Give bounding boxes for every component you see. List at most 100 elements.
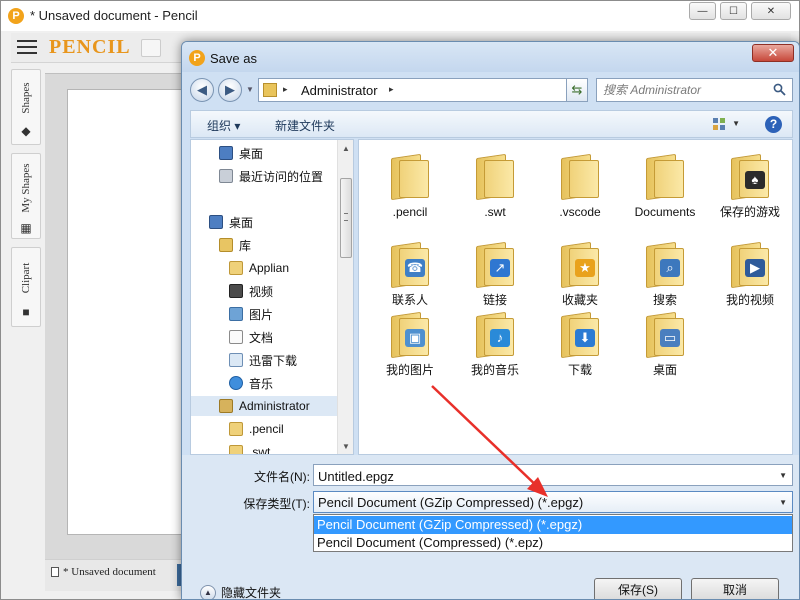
filename-field[interactable] <box>318 468 758 484</box>
address-bar[interactable]: ▸ Administrator ▸ ▼ <box>258 78 584 102</box>
tab-clipart[interactable]: Clipart ■ <box>11 247 41 327</box>
folder-item-label: 下载 <box>567 363 592 377</box>
nav-item-desktop[interactable]: 桌面 <box>209 212 253 232</box>
hamburger-menu-icon[interactable] <box>17 39 37 55</box>
breadcrumb-separator[interactable]: ▸ <box>283 84 288 95</box>
folder-item[interactable]: ♠ 保存的游戏 <box>709 148 791 228</box>
documents-icon <box>229 330 243 344</box>
folder-item[interactable]: ▶ 我的视频 <box>709 236 791 316</box>
folder-badge-icon: ♪ <box>490 329 510 347</box>
view-dropdown-icon[interactable]: ▼ <box>732 119 740 128</box>
tab-shapes[interactable]: Shapes ◆ <box>11 69 41 145</box>
folder-item[interactable]: ♪ 我的音乐 <box>454 306 536 386</box>
folder-item[interactable]: ★ 收藏夹 <box>539 236 621 316</box>
filetype-label: 保存类型(T): <box>243 497 310 511</box>
folder-item[interactable]: ☎ 联系人 <box>369 236 451 316</box>
nav-item-videos[interactable]: 视频 <box>229 281 273 301</box>
scroll-down-icon[interactable]: ▼ <box>342 442 350 451</box>
toolbar-button[interactable] <box>141 39 161 57</box>
nav-item-swt[interactable]: .swt <box>229 442 270 454</box>
dialog-close-button[interactable]: ✕ <box>752 44 794 62</box>
cancel-button[interactable]: 取消 <box>691 578 779 599</box>
filetype-dropdown-list: Pencil Document (GZip Compressed) (*.epg… <box>313 514 793 552</box>
nav-item-library[interactable]: 库 <box>219 235 251 255</box>
folder-item[interactable]: ⌕ 搜索 <box>624 236 706 316</box>
folder-item[interactable]: ⬇ 下载 <box>539 306 621 386</box>
refresh-button[interactable]: ⇆ <box>566 78 588 102</box>
filename-dropdown-icon[interactable]: ▼ <box>779 471 787 480</box>
filetype-option-epz[interactable]: Pencil Document (Compressed) (*.epz) <box>314 534 792 552</box>
nav-item-label: 文档 <box>249 330 274 345</box>
folder-badge-icon: ▶ <box>745 259 765 277</box>
chevron-down-icon[interactable]: ▼ <box>779 498 787 507</box>
help-icon[interactable]: ? <box>765 116 782 133</box>
hide-folders-toggle[interactable]: ▲ 隐藏文件夹 <box>200 584 282 600</box>
nav-item-label: 视频 <box>249 284 274 299</box>
canvas-page[interactable] <box>67 89 191 535</box>
close-button[interactable]: ✕ <box>751 2 791 20</box>
tab-my-shapes-label: My Shapes <box>20 163 32 213</box>
music-icon <box>229 376 243 390</box>
tab-my-shapes[interactable]: My Shapes ▦ <box>11 153 41 239</box>
folder-item-label: .swt <box>484 205 506 219</box>
nav-item-music[interactable]: 音乐 <box>229 373 273 393</box>
pencil-app-icon: P <box>189 50 205 66</box>
folder-badge-icon: ▣ <box>405 329 425 347</box>
nav-item-thunder-downloads[interactable]: 迅雷下载 <box>229 350 297 370</box>
organize-menu[interactable]: 组织 ▾ <box>207 117 240 134</box>
scroll-up-icon[interactable]: ▲ <box>342 144 350 153</box>
folder-icon: ⬇ <box>561 311 599 359</box>
document-tab-bar: * Unsaved document <box>45 559 195 591</box>
nav-item-pictures[interactable]: 图片 <box>229 304 273 324</box>
folder-item[interactable]: ▣ 我的图片 <box>369 306 451 386</box>
folder-icon <box>229 445 243 454</box>
scroll-thumb[interactable] <box>340 178 352 258</box>
save-button[interactable]: 保存(S) <box>594 578 682 599</box>
dialog-title: Save as <box>210 51 257 66</box>
folder-item[interactable]: .pencil <box>369 148 451 228</box>
search-input[interactable] <box>603 82 763 98</box>
forward-button[interactable]: ▶ <box>218 78 242 102</box>
nav-item-administrator[interactable]: Administrator <box>191 396 339 416</box>
nav-item-pencil[interactable]: .pencil <box>229 419 284 439</box>
folder-icon <box>391 153 429 201</box>
folder-icon: ★ <box>561 241 599 289</box>
breadcrumb-separator[interactable]: ▸ <box>389 84 394 95</box>
new-folder-button[interactable]: 新建文件夹 <box>275 117 335 134</box>
library-icon <box>219 238 233 252</box>
minimize-button[interactable]: — <box>689 2 716 20</box>
folder-icon <box>229 261 243 275</box>
folder-item-label: Documents <box>634 205 696 219</box>
folder-icon <box>646 153 684 201</box>
filetype-option-epgz[interactable]: Pencil Document (GZip Compressed) (*.epg… <box>314 516 792 534</box>
folder-icon <box>561 153 599 201</box>
folder-item[interactable]: ▭ 桌面 <box>624 306 706 386</box>
folder-item-label: 保存的游戏 <box>719 205 780 219</box>
nav-scrollbar[interactable]: ▲ ▼ <box>337 140 353 454</box>
nav-item-label: 库 <box>239 238 252 253</box>
nav-item-applian[interactable]: Applian <box>229 258 289 278</box>
view-options-icon[interactable] <box>712 117 726 131</box>
window-controls: — ☐ ✕ <box>689 2 791 20</box>
folder-item[interactable]: Documents <box>624 148 706 228</box>
history-dropdown-icon[interactable]: ▼ <box>246 85 254 94</box>
search-icon[interactable] <box>773 83 786 96</box>
nav-item-label: 音乐 <box>249 376 274 391</box>
nav-item-desktop-favorite[interactable]: 桌面 <box>219 143 263 163</box>
nav-item-recent-places[interactable]: 最近访问的位置 <box>219 166 323 186</box>
breadcrumb-administrator[interactable]: Administrator <box>301 83 378 98</box>
nav-item-documents[interactable]: 文档 <box>229 327 273 347</box>
folder-badge-icon: ▭ <box>660 329 680 347</box>
search-box[interactable] <box>596 78 793 102</box>
folder-item[interactable]: ↗ 链接 <box>454 236 536 316</box>
folder-item[interactable]: .vscode <box>539 148 621 228</box>
filename-combobox[interactable]: ▼ <box>313 464 793 486</box>
folder-badge-icon: ☎ <box>405 259 425 277</box>
hide-folders-label: 隐藏文件夹 <box>221 586 282 600</box>
filetype-select[interactable]: Pencil Document (GZip Compressed) (*.epg… <box>313 491 793 513</box>
folder-item[interactable]: .swt <box>454 148 536 228</box>
folder-item-label: 我的图片 <box>385 363 434 377</box>
document-tab[interactable]: * Unsaved document <box>51 566 156 578</box>
maximize-button[interactable]: ☐ <box>720 2 747 20</box>
back-button[interactable]: ◀ <box>190 78 214 102</box>
